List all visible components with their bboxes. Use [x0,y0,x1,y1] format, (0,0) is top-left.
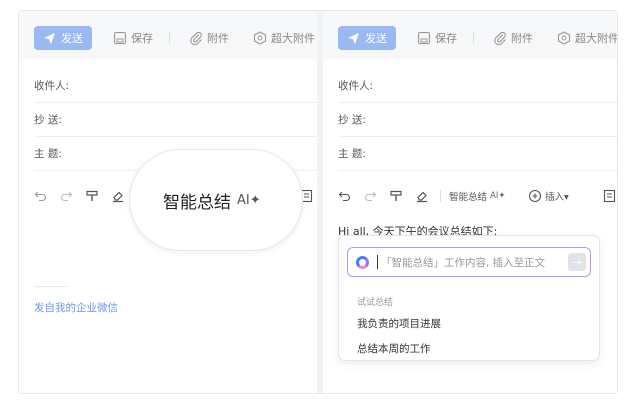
suggestion-item[interactable]: 总结本周的工作 [357,341,431,356]
save-button[interactable]: 保存 [417,26,457,50]
eraser-icon[interactable] [111,186,125,206]
eraser-icon[interactable] [415,186,429,206]
insert-button[interactable]: 插入▾ [528,186,569,206]
text-caret [377,255,378,269]
format-painter-icon[interactable] [389,186,403,206]
large-attachment-button[interactable]: 超大附件 [557,26,618,50]
compose-pane-right: 发送 保存 附件 超大附件 收件人: 抄 送: 主 题: 智能总结 AI✦ 插入… [323,11,618,393]
save-button[interactable]: 保存 [113,26,153,50]
magnifier-callout: 智能总结 AI✦ [129,149,303,251]
cc-label: 抄 送: [34,114,62,126]
ai-submit-button[interactable]: → [568,253,586,271]
large-attachment-icon [253,31,267,45]
large-attachment-button[interactable]: 超大附件 [253,26,315,50]
ai-badge: AI✦ [237,193,261,208]
attachment-label: 附件 [511,32,533,45]
cc-label: 抄 送: [338,114,366,126]
redo-icon[interactable] [59,186,73,206]
format-divider [440,190,441,202]
insert-label: 插入▾ [545,192,569,203]
large-attachment-icon [557,31,571,45]
compose-toolbar: 发送 保存 附件 超大附件 [323,11,618,59]
save-icon [113,31,127,45]
attachment-button[interactable]: 附件 [493,26,533,50]
large-attachment-label: 超大附件 [575,32,618,45]
attachment-button[interactable]: 附件 [189,26,229,50]
send-label: 发送 [365,32,387,45]
ai-summary-button[interactable]: 智能总结 AI✦ [449,186,505,206]
redo-icon[interactable] [363,186,377,206]
paperclip-icon [190,31,202,45]
attachment-label: 附件 [207,32,229,45]
ai-summary-popup: 「智能总结」工作内容, 插入至正文 → 试试总结 我负责的项目进展 总结本周的工… [338,235,600,361]
cc-field[interactable]: 抄 送: [338,103,617,137]
format-painter-icon[interactable] [85,186,99,206]
paperclip-icon [494,31,506,45]
send-button[interactable]: 发送 [34,26,92,50]
ai-prompt-input[interactable]: 「智能总结」工作内容, 插入至正文 → [347,247,591,277]
subject-label: 主 题: [34,148,62,160]
cc-field[interactable]: 抄 送: [34,103,317,137]
mail-compose-comparison: 发送 保存 附件 超大附件 收件人: 抄 送: 主 题: 智能总结 AI✦ 发自… [18,10,618,394]
ai-summary-label: 智能总结 [449,192,488,203]
compose-toolbar: 发送 保存 附件 超大附件 [19,11,317,59]
recipient-field[interactable]: 收件人: [34,69,317,103]
subject-label: 主 题: [338,148,366,160]
send-icon [43,32,56,44]
undo-icon[interactable] [338,186,352,206]
ai-prompt-placeholder: 「智能总结」工作内容, 插入至正文 [381,256,546,269]
save-label: 保存 [435,32,457,45]
subject-field[interactable]: 主 题: [338,137,617,171]
recipient-label: 收件人: [34,80,70,92]
ai-badge: AI✦ [490,191,506,201]
ai-logo-icon [356,255,369,269]
toolbar-divider [169,32,170,44]
send-icon [347,32,360,44]
toolbar-divider [473,32,474,44]
recipient-label: 收件人: [338,80,374,92]
ai-summary-label: 智能总结 [163,193,231,213]
save-label: 保存 [131,32,153,45]
ai-summary-button-zoomed[interactable]: 智能总结 AI✦ [163,188,261,213]
undo-icon[interactable] [34,186,48,206]
send-label: 发送 [61,32,83,45]
plus-circle-icon [528,189,542,203]
send-button[interactable]: 发送 [338,26,396,50]
more-format-icon[interactable] [603,186,617,206]
signature-divider [34,286,68,287]
save-icon [417,31,431,45]
suggestion-heading: 试试总结 [357,298,394,308]
recipient-field[interactable]: 收件人: [338,69,617,103]
suggestion-item[interactable]: 我负责的项目进展 [357,316,441,331]
wecom-signature-link[interactable]: 发自我的企业微信 [34,300,118,315]
arrow-right-icon: → [572,255,582,269]
compose-pane-left: 发送 保存 附件 超大附件 收件人: 抄 送: 主 题: 智能总结 AI✦ 发自… [19,11,317,393]
large-attachment-label: 超大附件 [271,32,315,45]
